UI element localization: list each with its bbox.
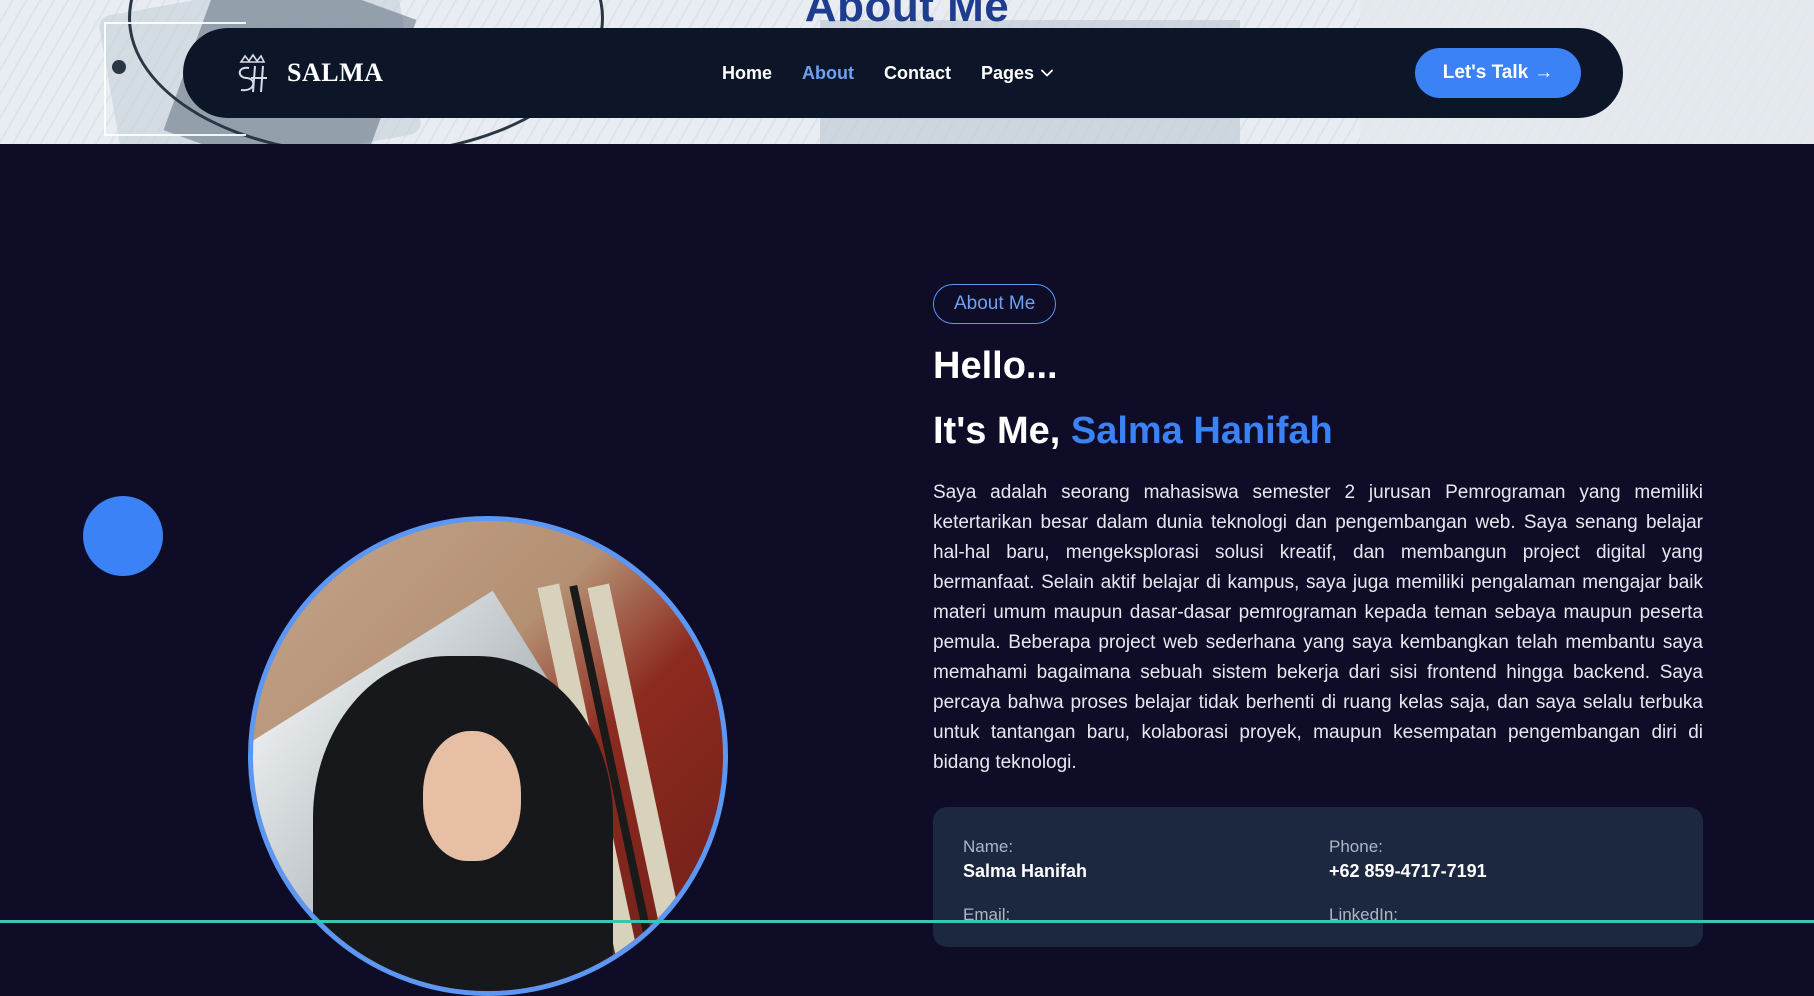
chevron-down-icon	[1041, 69, 1053, 77]
logo-icon	[238, 53, 267, 93]
banner-dot	[112, 60, 126, 74]
bio-paragraph: Saya adalah seorang mahasiswa semester 2…	[933, 482, 1703, 773]
intro-heading: It's Me, Salma Hanifah	[933, 410, 1333, 453]
brand[interactable]: SALMA	[227, 48, 383, 98]
intro-name: Salma Hanifah	[1070, 410, 1333, 452]
brand-name: SALMA	[287, 58, 384, 87]
nav-menu: Home About Contact Pages	[722, 28, 1054, 118]
arrow-right-icon: →	[1534, 62, 1554, 83]
name-value: Salma Hanifah	[963, 861, 1088, 881]
profile-photo	[248, 516, 728, 996]
phone-value[interactable]: +62 859-4717-7191	[1329, 861, 1487, 882]
navbar: SALMA Home About Contact Pages Let's Tal…	[183, 28, 1623, 118]
nav-about[interactable]: About	[802, 63, 854, 84]
info-name: Name: Salma Hanifah	[963, 837, 1087, 882]
info-card: Name: Salma Hanifah Phone: +62 859-4717-…	[933, 807, 1703, 947]
phone-label: Phone:	[1329, 837, 1383, 856]
lets-talk-label: Let's Talk	[1442, 62, 1529, 83]
nav-pages-label: Pages	[981, 62, 1035, 83]
nav-contact[interactable]: Contact	[884, 63, 951, 84]
decorative-circle	[83, 496, 163, 576]
nav-pages-dropdown[interactable]: Pages	[981, 63, 1054, 84]
section-badge: About Me	[933, 284, 1057, 324]
info-phone: Phone: +62 859-4717-7191	[1329, 837, 1487, 882]
nav-home[interactable]: Home	[722, 63, 772, 84]
greeting-heading: Hello...	[933, 345, 1058, 387]
intro-prefix: It's Me,	[933, 410, 1061, 452]
name-label: Name:	[963, 837, 1014, 856]
lets-talk-button[interactable]: Let's Talk →	[1415, 48, 1581, 98]
